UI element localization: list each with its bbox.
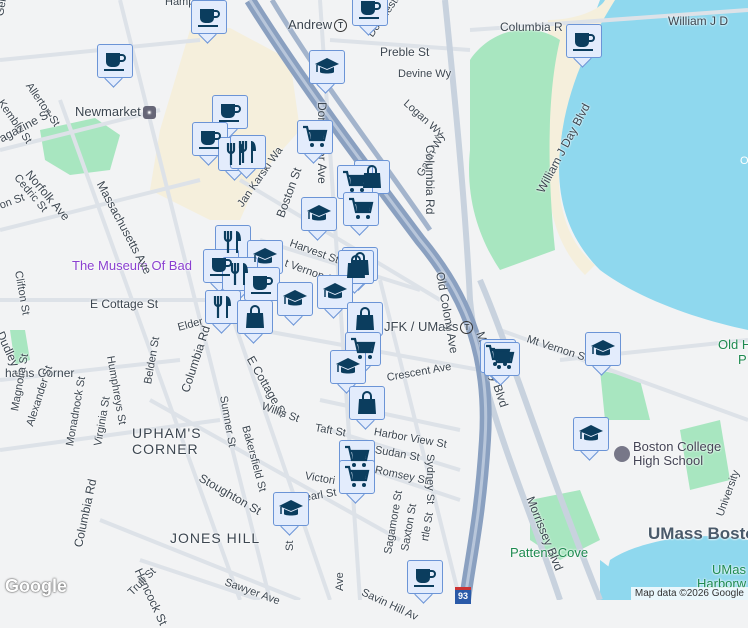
coffee-place-marker[interactable] xyxy=(191,0,227,44)
poi-museum[interactable]: The Museum Of Bad xyxy=(72,258,192,273)
poi-umass-harbor: UMas xyxy=(712,562,746,577)
marker-body xyxy=(352,0,388,26)
coffee-place-marker[interactable] xyxy=(407,560,443,604)
shopping-cart-icon xyxy=(302,125,328,149)
coffee-place-marker[interactable] xyxy=(97,44,133,88)
marker-body xyxy=(191,0,227,34)
shop-place-marker[interactable] xyxy=(349,386,385,430)
street-label: Preble St xyxy=(380,45,430,59)
marker-body xyxy=(205,290,241,324)
map-attribution[interactable]: Map data ©2026 Google xyxy=(630,587,748,600)
marker-body xyxy=(407,560,443,594)
cart-place-marker[interactable] xyxy=(339,460,375,504)
coffee-place-marker[interactable] xyxy=(352,0,388,36)
marker-body xyxy=(297,120,333,154)
street-label: O xyxy=(740,155,748,167)
poi-old-harbor-2: P xyxy=(738,352,747,367)
grad-place-marker[interactable] xyxy=(277,282,313,326)
cart-place-marker[interactable] xyxy=(484,342,520,386)
cart-place-marker[interactable] xyxy=(343,192,379,236)
street-label: Hamp xyxy=(165,0,195,8)
grad-place-marker[interactable] xyxy=(301,197,337,241)
cart-place-marker[interactable] xyxy=(297,120,333,164)
station-newmarket[interactable]: Newmarket ▪ xyxy=(75,104,156,120)
fork-knife-icon xyxy=(229,262,251,286)
interstate-shield: 93 xyxy=(455,587,471,604)
coffee-cup-icon xyxy=(198,128,222,150)
poi-bc-high[interactable]: Boston College High School xyxy=(614,440,721,468)
coffee-cup-icon xyxy=(250,273,274,295)
train-icon: ▪ xyxy=(142,106,156,120)
food-place-marker[interactable] xyxy=(205,290,241,334)
graduation-cap-icon xyxy=(278,499,304,519)
street-label: Columbia R xyxy=(500,20,563,34)
marker-body xyxy=(347,302,383,336)
poi-umass-boston[interactable]: UMass Bosto xyxy=(648,524,748,544)
street-label: Sydney St xyxy=(424,454,436,505)
graduation-cap-icon xyxy=(314,57,340,77)
marker-body xyxy=(237,300,273,334)
grad-place-marker[interactable] xyxy=(585,332,621,376)
fork-knife-icon xyxy=(212,295,234,319)
street-label: E Cottage St xyxy=(90,297,159,311)
marker-body xyxy=(573,417,609,451)
shopping-cart-icon xyxy=(489,347,515,371)
graduation-cap-icon xyxy=(282,289,308,309)
shopping-bag-icon xyxy=(356,391,378,415)
street-label: Devine Wy xyxy=(398,68,452,80)
transit-icon: T xyxy=(460,321,474,335)
coffee-cup-icon xyxy=(197,6,221,28)
area-jones-hill: JONES HILL xyxy=(170,530,261,546)
shop-place-marker[interactable] xyxy=(237,300,273,344)
marker-body xyxy=(337,165,373,199)
grad-place-marker[interactable] xyxy=(309,50,345,94)
coffee-cup-icon xyxy=(218,101,242,123)
shopping-cart-icon xyxy=(342,170,368,194)
street-label: William J D xyxy=(668,14,728,28)
shopping-cart-icon xyxy=(344,465,370,489)
street-label: Columbia Rd xyxy=(423,145,437,215)
marker-body xyxy=(97,44,133,78)
marker-body xyxy=(244,267,280,301)
marker-body xyxy=(309,50,345,84)
coffee-cup-icon xyxy=(572,30,596,52)
street-label: St xyxy=(284,540,296,551)
marker-body xyxy=(273,492,309,526)
school-icon xyxy=(614,446,630,462)
marker-body xyxy=(566,24,602,58)
station-jfk-umass[interactable]: JFK / UMass T xyxy=(384,319,474,335)
coffee-place-marker[interactable] xyxy=(566,24,602,68)
fork-knife-icon xyxy=(237,140,259,164)
coffee-cup-icon xyxy=(413,566,437,588)
transit-icon: T xyxy=(334,19,348,33)
shopping-bag-icon xyxy=(345,255,367,279)
graduation-cap-icon xyxy=(306,204,332,224)
street-label: Ave xyxy=(334,572,346,591)
shopping-bag-icon xyxy=(354,307,376,331)
marker-body xyxy=(301,197,337,231)
grad-place-marker[interactable] xyxy=(573,417,609,461)
google-logo: Google xyxy=(5,576,67,596)
graduation-cap-icon xyxy=(322,282,348,302)
marker-body xyxy=(585,332,621,366)
marker-body xyxy=(343,192,379,226)
station-andrew[interactable]: Andrew T xyxy=(288,17,348,33)
shopping-cart-icon xyxy=(348,197,374,221)
graduation-cap-icon xyxy=(590,339,616,359)
area-uphams-corner: UPHAM'S CORNER xyxy=(132,425,202,457)
graduation-cap-icon xyxy=(335,357,361,377)
marker-body xyxy=(484,342,520,376)
grad-place-marker[interactable] xyxy=(273,492,309,536)
shopping-bag-icon xyxy=(244,305,266,329)
marker-body xyxy=(277,282,313,316)
coffee-cup-icon xyxy=(103,50,127,72)
marker-body xyxy=(349,386,385,420)
graduation-cap-icon xyxy=(578,424,604,444)
marker-body xyxy=(339,460,375,494)
coffee-cup-icon xyxy=(358,0,382,20)
park-joe-moakley xyxy=(469,29,560,270)
graduation-cap-icon xyxy=(252,247,278,267)
poi-old-harbor[interactable]: Old H xyxy=(718,337,748,352)
fork-knife-icon xyxy=(222,230,244,254)
